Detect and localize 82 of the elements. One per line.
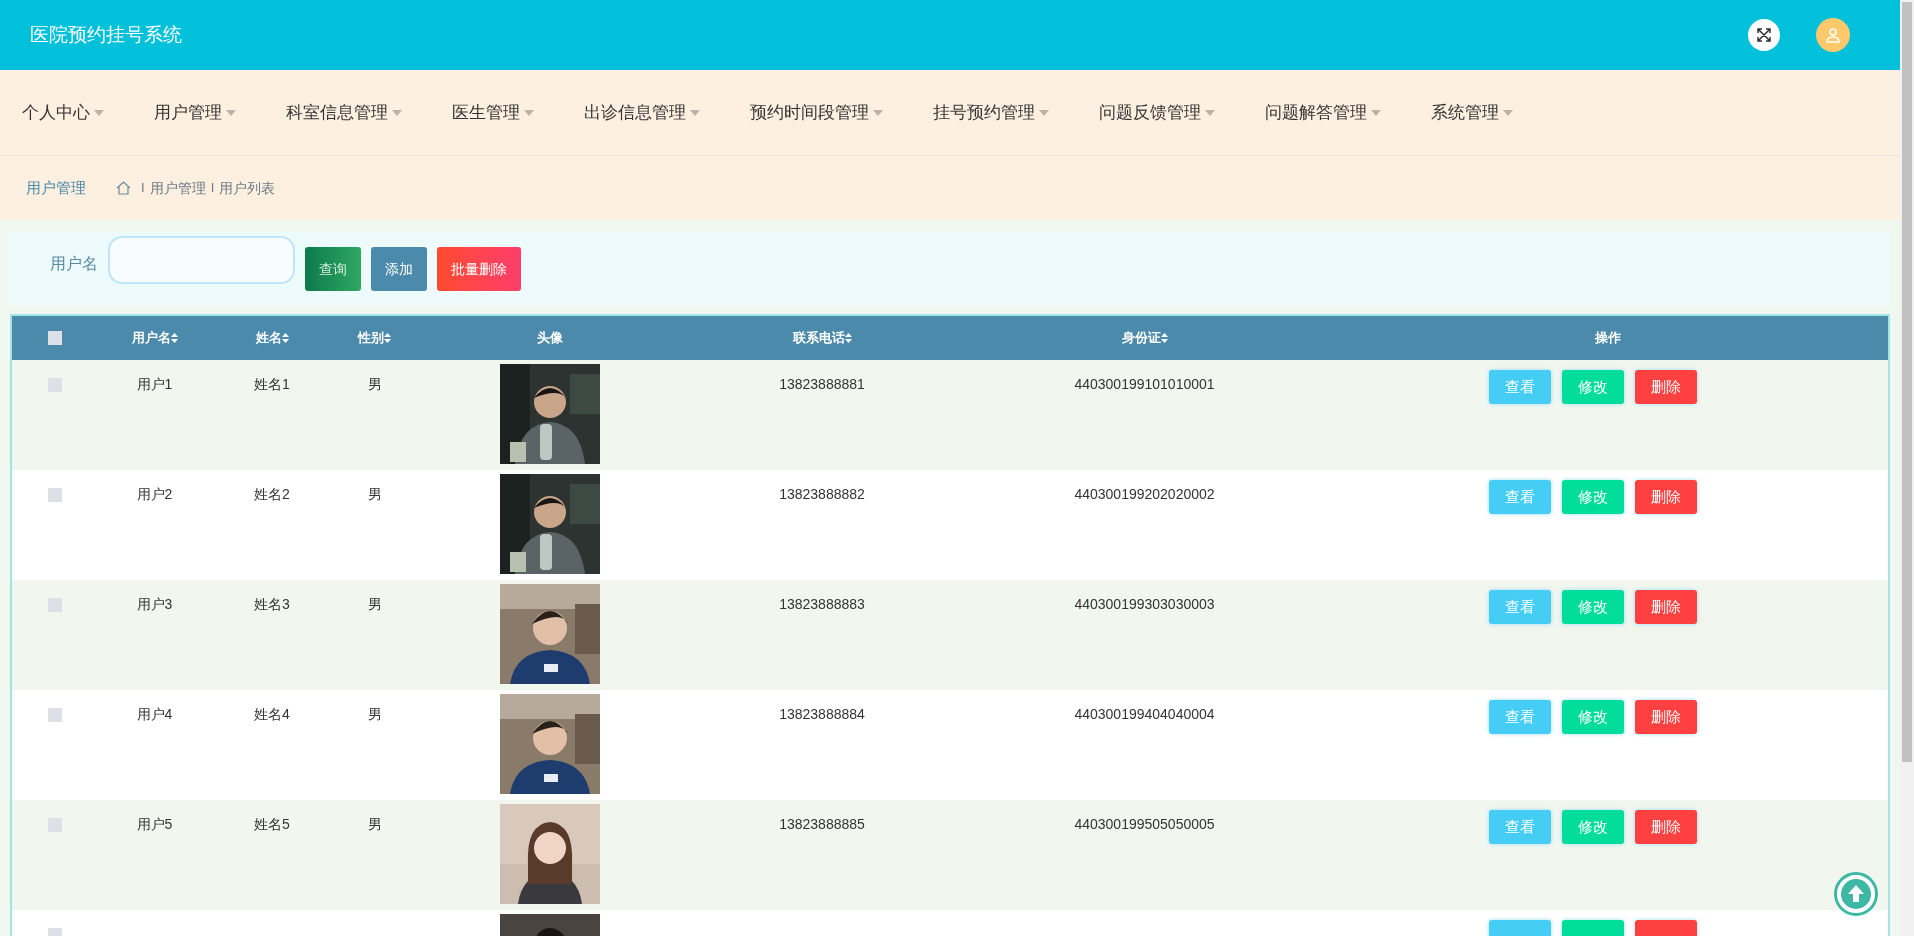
delete-button[interactable]: 删除 [1634, 480, 1697, 514]
delete-button[interactable]: 删除 [1634, 810, 1697, 844]
menu-item[interactable]: 问题解答管理 [1265, 99, 1381, 126]
app-title: 医院预约挂号系统 [30, 22, 182, 47]
table-cell-text: 男 [367, 375, 382, 394]
breadcrumb-separator: I [210, 179, 215, 198]
menu-item[interactable]: 医生管理 [452, 99, 534, 126]
caret-icon [392, 109, 402, 116]
scrollbar[interactable] [1900, 0, 1914, 936]
menu-item[interactable]: 科室信息管理 [286, 99, 402, 126]
username-field[interactable] [108, 236, 295, 284]
caret-icon [524, 109, 534, 116]
row-checkbox[interactable] [47, 488, 62, 502]
table-cell-text: 用户3 [136, 595, 173, 614]
column-header[interactable]: 姓名 [255, 328, 282, 348]
table-cell-text: 男 [367, 595, 382, 614]
table-cell-text: 男 [367, 485, 382, 504]
sort-icon[interactable] [170, 333, 178, 343]
menu-item[interactable]: 问题反馈管理 [1099, 99, 1215, 126]
table-cell-text: 440300199404040004 [1074, 705, 1215, 724]
caret-icon [873, 109, 883, 116]
table-cell-text: 姓名3 [254, 595, 290, 614]
menu-item[interactable]: 出诊信息管理 [584, 99, 700, 126]
table-cell-text: 姓名1 [254, 375, 290, 394]
table-cell-text: 用户4 [136, 705, 173, 724]
add-button[interactable]: 添加 [371, 247, 427, 291]
sort-icon[interactable] [281, 333, 289, 343]
expand-icon [1756, 27, 1772, 43]
menu-item[interactable]: 个人中心 [22, 99, 104, 126]
menu-item[interactable]: 用户管理 [154, 99, 236, 126]
table-cell-text: 姓名4 [254, 705, 290, 724]
table-cell-text: 姓名5 [254, 815, 290, 834]
table-cell-text: 440300199303030003 [1074, 595, 1215, 614]
sort-icon[interactable] [384, 333, 391, 343]
table-cell-text: 13823888881 [779, 375, 865, 394]
page-title: 用户管理 [26, 177, 86, 198]
caret-icon [1039, 109, 1049, 116]
menu-item[interactable]: 挂号预约管理 [933, 99, 1049, 126]
column-header[interactable]: 身份证 [1121, 328, 1161, 348]
table-cell-text: 440300199505050005 [1074, 815, 1215, 834]
search-label: 用户名 [50, 254, 98, 274]
breadcrumb-item[interactable]: 用户管理 [149, 177, 206, 199]
column-header[interactable]: 用户名 [131, 328, 171, 348]
sort-icon[interactable] [844, 333, 852, 343]
table-cell-text: 用户1 [136, 375, 173, 394]
home-icon [116, 181, 131, 195]
column-header: 头像 [536, 329, 563, 348]
delete-button[interactable]: 删除 [1634, 370, 1697, 404]
search-button[interactable]: 查询 [305, 247, 361, 291]
delete-button[interactable]: 批量删除 [437, 247, 521, 291]
table-cell-text: 440300199202020002 [1074, 485, 1215, 504]
breadcrumb-separator: I [141, 179, 145, 198]
avatar-button[interactable] [1816, 18, 1850, 52]
table-cell-text: 男 [367, 705, 382, 724]
table-cell-text: 男 [367, 815, 382, 834]
caret-icon [226, 109, 236, 116]
breadcrumb-item: 用户列表 [219, 178, 276, 198]
table-cell-text: 440300199101010001 [1074, 375, 1215, 394]
fullscreen-button[interactable] [1748, 19, 1780, 51]
table-cell-text: 13823888884 [779, 705, 865, 724]
table-cell-text: 13823888883 [779, 595, 865, 614]
column-header: 操作 [1594, 329, 1621, 348]
table-cell-text: 用户2 [136, 485, 173, 504]
column-header[interactable]: 性别 [358, 328, 384, 348]
table-cell-text: 13823888885 [779, 815, 865, 834]
menu-item[interactable]: 系统管理 [1431, 99, 1513, 126]
caret-icon [1371, 109, 1381, 116]
sort-icon[interactable] [1160, 333, 1168, 343]
column-header[interactable]: 联系电话 [792, 328, 845, 348]
menu-item[interactable]: 预约时间段管理 [750, 99, 883, 126]
caret-icon [94, 109, 104, 116]
caret-icon [690, 109, 700, 116]
delete-button[interactable]: 删除 [1634, 700, 1697, 734]
table-cell-text: 13823888882 [779, 485, 865, 504]
caret-icon [1205, 109, 1215, 116]
row-checkbox[interactable] [47, 708, 62, 722]
user-icon [1825, 27, 1841, 43]
delete-button[interactable]: 删除 [1634, 590, 1697, 624]
table-cell-text: 姓名2 [254, 485, 290, 504]
caret-icon [1503, 109, 1513, 116]
select-all-checkbox[interactable] [47, 331, 62, 345]
table-cell-text: 用户5 [136, 815, 173, 834]
